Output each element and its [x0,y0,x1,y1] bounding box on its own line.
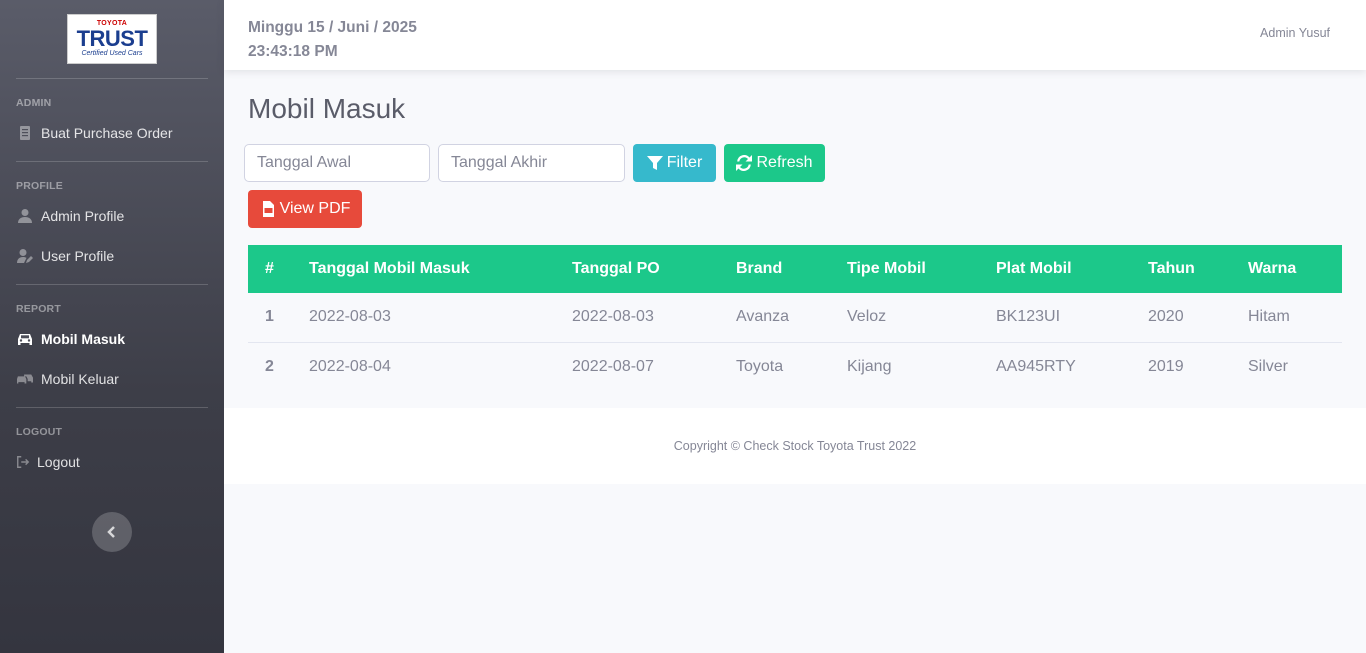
chevron-left-icon [107,526,115,538]
sidebar-toggle-button[interactable] [92,512,132,552]
start-date-input[interactable] [244,144,430,182]
column-header: Brand [736,260,783,277]
table-cell: Silver [1248,357,1289,375]
toyota-trust-logo: TOYOTA TRUST Certified Used Cars [67,14,157,64]
table-cell: 1 [265,308,274,326]
sidebar-brand[interactable]: TOYOTA TRUST Certified Used Cars [0,0,224,78]
view-pdf-button[interactable]: View PDF [248,190,362,228]
document-icon [16,125,34,141]
sidebar-heading-profile: PROFILE [16,180,63,192]
sidebar-item-label: Logout [37,454,80,470]
copyright-text: Copyright © Check Stock Toyota Trust 202… [673,439,917,453]
column-header: Plat Mobil [996,260,1072,277]
cars-icon [16,371,34,387]
car-icon [16,331,34,347]
column-header: Tanggal Mobil Masuk [309,260,470,277]
table-cell: Hitam [1248,308,1290,326]
table-row: 2 2022-08-04 2022-08-07 Toyota Kijang AA… [248,342,1342,391]
sidebar-item-mobil-keluar[interactable]: Mobil Keluar [0,359,224,399]
sidebar-item-label: Admin Profile [41,208,125,224]
mobil-masuk-table: # Tanggal Mobil Masuk Tanggal PO Brand T… [248,245,1342,391]
user-icon [16,208,34,224]
table-cell: 2022-08-03 [572,308,654,326]
logout-icon [16,454,30,470]
sidebar-item-label: Mobil Masuk [41,331,126,347]
logo-tagline: Certified Used Cars [81,50,143,57]
topbar-time: 23:43:18 PM [248,43,338,60]
sidebar-item-buat-purchase-order[interactable]: Buat Purchase Order [0,113,224,153]
table-cell: Avanza [736,308,790,326]
sidebar: TOYOTA TRUST Certified Used Cars ADMIN B… [0,0,224,653]
end-date-input[interactable] [438,144,625,182]
sidebar-item-label: Mobil Keluar [41,371,119,387]
user-edit-icon [16,248,34,264]
topbar-datetime: Minggu 15 / Juni / 2025 23:43:18 PM [248,16,417,64]
table-cell: 2 [265,357,274,375]
sidebar-heading-admin: ADMIN [16,97,52,109]
table-cell: 2019 [1148,357,1184,375]
refresh-button-label: Refresh [756,154,813,171]
sidebar-item-mobil-masuk[interactable]: Mobil Masuk [0,319,224,359]
table-cell: 2020 [1148,308,1184,326]
column-header: Tahun [1148,260,1195,277]
column-header: Tanggal PO [572,260,660,277]
sidebar-item-label: Buat Purchase Order [41,125,173,141]
table-cell: Toyota [736,357,784,375]
pdf-file-icon [262,201,274,217]
footer: Copyright © Check Stock Toyota Trust 202… [224,408,1366,484]
topbar-date: Minggu 15 / Juni / 2025 [248,19,417,36]
filter-button-label: Filter [666,154,703,171]
logo-name: TRUST [76,26,148,51]
refresh-button[interactable]: Refresh [724,144,825,182]
table-cell: BK123UI [996,308,1061,326]
table-cell: Veloz [847,308,887,326]
filter-icon [646,156,663,170]
sidebar-item-user-profile[interactable]: User Profile [0,236,224,276]
table-header-row: # Tanggal Mobil Masuk Tanggal PO Brand T… [248,245,1342,293]
table-cell: Kijang [847,357,892,375]
page-title: Mobil Masuk [248,93,406,124]
table-cell: 2022-08-04 [309,357,391,375]
topbar: Minggu 15 / Juni / 2025 23:43:18 PM Admi… [224,0,1366,70]
view-pdf-button-label: View PDF [279,200,351,217]
table-cell: 2022-08-07 [572,357,654,375]
table-cell: AA945RTY [996,357,1076,375]
sidebar-heading-logout: LOGOUT [16,426,63,438]
user-menu[interactable]: Admin Yusuf [1260,26,1330,40]
filter-button[interactable]: Filter [633,144,716,182]
sidebar-item-admin-profile[interactable]: Admin Profile [0,196,224,236]
refresh-icon [736,155,753,171]
column-header: Warna [1248,260,1297,277]
sidebar-item-label: User Profile [41,248,115,264]
sidebar-heading-report: REPORT [16,303,61,315]
column-header: Tipe Mobil [847,260,926,277]
table-cell: 2022-08-03 [309,308,391,326]
table-row: 1 2022-08-03 2022-08-03 Avanza Veloz BK1… [248,293,1342,342]
column-header: # [265,260,274,277]
sidebar-item-logout[interactable]: Logout [0,442,224,482]
